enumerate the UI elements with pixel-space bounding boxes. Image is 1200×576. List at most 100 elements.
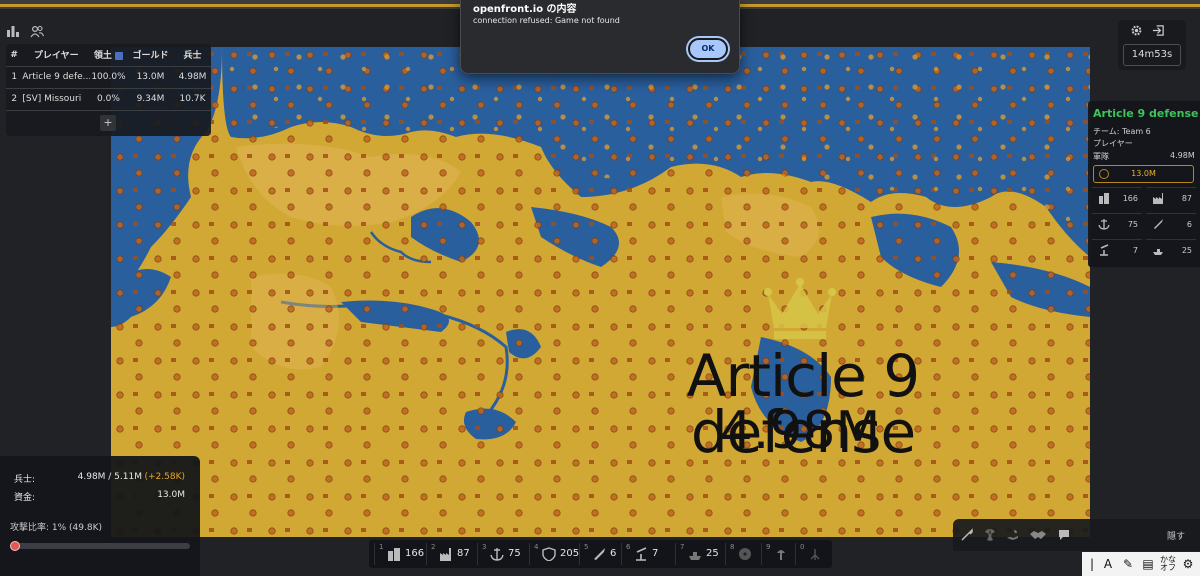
chat-icon[interactable]	[1057, 528, 1071, 542]
row-troops: 4.98M	[178, 72, 207, 82]
exit-icon[interactable]	[1152, 24, 1165, 37]
gold-coin-icon	[1099, 169, 1109, 179]
factory-icon	[440, 548, 451, 561]
build-warship-button[interactable]: 7 25	[675, 543, 725, 565]
player-warships: 25	[1146, 239, 1196, 261]
leaderboard-table: # プレイヤー 領土 ゴールド 兵士 1 Article 9 defe... 1…	[6, 44, 211, 111]
player-ports: 75	[1092, 213, 1142, 235]
header-player[interactable]: プレイヤー	[22, 44, 91, 67]
player-factories: 87	[1146, 187, 1196, 209]
crown-icon	[764, 278, 836, 339]
player-name-text: Article 9 defense	[1093, 107, 1199, 120]
port-icon	[490, 548, 504, 561]
header-troops[interactable]: 兵士	[174, 44, 211, 67]
build-count: 166	[405, 548, 425, 559]
attack-ratio-label: 攻撃比率: 1% (49.8K)	[10, 523, 102, 533]
anchor-icon	[1098, 219, 1110, 230]
attack-ratio-slider-handle[interactable]	[9, 541, 20, 551]
team-leaderboard-icon[interactable]	[30, 24, 44, 38]
missile-silo-icon	[594, 548, 605, 560]
header-rank[interactable]: #	[6, 44, 23, 67]
donate-troops-icon[interactable]	[1006, 528, 1020, 542]
mirv-icon	[810, 549, 820, 560]
dictionary-icon[interactable]: ▤	[1140, 556, 1156, 572]
header-gold[interactable]: ゴールド	[126, 44, 175, 67]
top-right-panel: 14m53s	[1118, 20, 1186, 70]
alliance-handshake-icon[interactable]	[1029, 528, 1047, 542]
gear-icon[interactable]	[1130, 24, 1143, 37]
build-count: 205	[560, 548, 580, 559]
warships-value: 25	[1181, 246, 1192, 255]
leaderboard-toggle-icon[interactable]	[6, 24, 20, 38]
troops-value: 4.98M / 5.11M	[77, 472, 142, 482]
map-player-troops-label: 4.98M	[719, 401, 881, 461]
ime-pad-icon[interactable]: ✎	[1120, 556, 1136, 572]
build-menu-bar: 1 166 2 87 3 75 4 205 5 6 6 7 7 25 8 9 0	[369, 540, 832, 568]
table-row[interactable]: 1 Article 9 defe... 100.0% 13.0M 4.98M	[6, 66, 211, 88]
atom-bomb-icon	[739, 548, 751, 560]
dialog-message: connection refused: Game not found	[473, 16, 620, 25]
player-team: チーム: Team 6	[1093, 127, 1151, 136]
missiles-value: 6	[1186, 220, 1192, 229]
hotkey-label: 8	[730, 543, 735, 551]
build-count: 6	[610, 548, 617, 559]
build-count: 75	[508, 548, 521, 559]
player-stats-panel: 兵士: 4.98M / 5.11M (+2.58K) 資金: 13.0M 攻撃比…	[0, 456, 200, 576]
player-name: Article 9 defense ♛	[1093, 107, 1200, 120]
kana-toggle-icon[interactable]: かな オフ	[1160, 556, 1176, 572]
row-troops: 10.7K	[179, 94, 206, 104]
row-player-name: [SV] Missouri	[22, 94, 82, 104]
build-city-button[interactable]: 1 166	[374, 543, 424, 565]
player-missiles: 6	[1146, 213, 1196, 235]
cities-value: 166	[1122, 194, 1138, 203]
missile-icon	[1154, 219, 1163, 229]
build-defense-post-button[interactable]: 4 205	[529, 543, 579, 565]
hotkey-label: 5	[584, 543, 589, 551]
build-factory-button[interactable]: 2 87	[426, 543, 476, 565]
hotkey-label: 9	[766, 543, 771, 551]
defense-post-icon	[542, 547, 556, 561]
header-territory[interactable]: 領土	[90, 44, 127, 67]
warship-icon	[1153, 249, 1163, 255]
gold-label: 資金:	[14, 493, 36, 503]
factories-value: 87	[1181, 194, 1192, 203]
hide-button[interactable]: 隠す	[1167, 529, 1185, 542]
city-icon	[1099, 193, 1109, 204]
build-count: 87	[457, 548, 470, 559]
player-sams: 7	[1092, 239, 1142, 261]
game-timer: 14m53s	[1123, 44, 1181, 66]
row-rank: 2	[11, 94, 18, 104]
ime-settings-icon[interactable]: ⚙	[1180, 556, 1196, 572]
system-tray: | A ✎ ▤ かな オフ ⚙	[1082, 552, 1200, 576]
player-gold-value: 13.0M	[1131, 169, 1156, 178]
build-sam-launcher-button[interactable]: 67	[621, 543, 671, 565]
text-cursor-icon[interactable]: |	[1084, 556, 1100, 572]
table-row[interactable]: 2 [SV] Missouri 0.0% 9.34M 10.7K	[6, 88, 211, 110]
sams-value: 7	[1132, 246, 1138, 255]
hotkey-label: 3	[482, 543, 487, 551]
player-info-panel: Article 9 defense ♛ チーム: Team 6 プレイヤー 軍隊…	[1088, 101, 1200, 267]
hotkey-label: 7	[680, 543, 685, 551]
city-icon	[388, 548, 400, 561]
paintbrush-icon[interactable]	[960, 528, 974, 542]
sam-launcher-icon	[636, 547, 647, 561]
player-army-label: 軍隊	[1093, 152, 1109, 161]
action-bar: 隠す	[953, 519, 1200, 551]
build-port-button[interactable]: 3 75	[477, 543, 527, 565]
leaderboard-expand-button[interactable]: +	[100, 115, 116, 131]
ime-mode-icon[interactable]: A	[1100, 556, 1116, 572]
player-army-value: 4.98M	[1170, 151, 1195, 160]
game-map[interactable]	[111, 47, 1090, 537]
row-rank: 1	[11, 72, 18, 82]
player-cities: 166	[1092, 187, 1142, 209]
build-count: 7	[652, 548, 659, 559]
factory-icon	[1153, 193, 1163, 204]
build-mirv-button[interactable]: 0	[795, 543, 845, 565]
ok-button[interactable]: OK	[688, 38, 728, 60]
hotkey-label: 4	[534, 543, 539, 551]
hydrogen-bomb-icon	[777, 550, 785, 560]
nuke-icon[interactable]	[983, 528, 997, 542]
player-gold: 13.0M	[1093, 165, 1194, 183]
row-player-name: Article 9 defe...	[22, 72, 91, 82]
attack-ratio-slider[interactable]	[9, 541, 190, 551]
